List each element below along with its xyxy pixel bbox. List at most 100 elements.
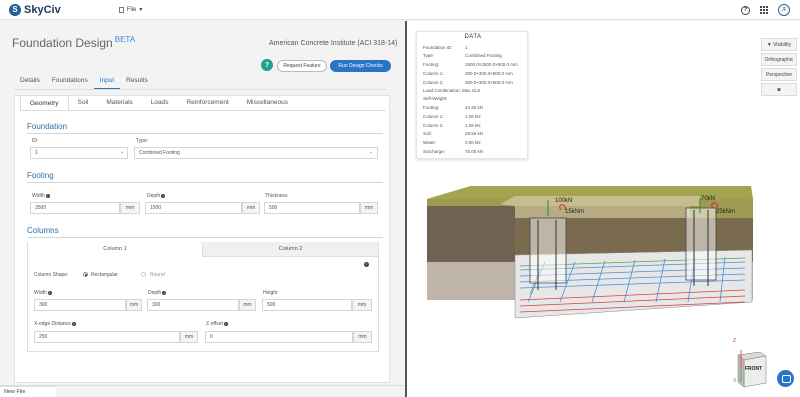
help-icon[interactable]: ?: [741, 5, 750, 15]
help-round-button[interactable]: ?: [261, 59, 273, 71]
info-icon[interactable]: i: [45, 194, 50, 198]
column-width-label: Width i: [34, 290, 52, 296]
data-key: Column 2:: [423, 80, 444, 85]
design-code: American Concrete Institute (ACI 318-14): [269, 40, 398, 47]
data-value: 1.06 kN: [465, 114, 481, 119]
tab-results[interactable]: Results: [120, 75, 154, 89]
data-key: Footing:: [423, 105, 440, 110]
foundation-heading: Foundation: [27, 122, 68, 131]
file-menu[interactable]: File ▾: [118, 6, 142, 13]
request-feature-button[interactable]: Request Feature: [277, 60, 327, 72]
footing-depth-label: Depth i: [147, 193, 166, 199]
data-key: Type:: [423, 53, 435, 58]
footing-depth-unit: mm: [242, 202, 260, 214]
data-value: 75.00 kN: [465, 149, 484, 154]
file-icon: [118, 6, 124, 13]
page-title: Foundation Design BETA: [12, 35, 136, 50]
tab-materials[interactable]: Materials: [97, 95, 141, 111]
skyciv-logo[interactable]: S SkyCiv: [9, 3, 61, 16]
info-icon[interactable]: i: [364, 262, 369, 267]
load-label-1: 100kN: [555, 198, 573, 204]
radio-round[interactable]: [141, 272, 146, 277]
data-value: 300.0×300.0×500.0 mm: [465, 71, 513, 76]
columns-divider: [27, 237, 383, 238]
info-icon[interactable]: i: [223, 322, 228, 326]
avatar[interactable]: JF: [778, 4, 790, 16]
footing-heading: Footing: [27, 171, 54, 180]
tab-reinforcement[interactable]: Reinforcement: [177, 95, 237, 111]
data-key: Column 1:: [423, 71, 444, 76]
type-select[interactable]: Combined Footing: [134, 147, 378, 159]
perspective-button[interactable]: Perspective: [761, 68, 797, 81]
axis-x-label: X: [733, 378, 737, 384]
info-icon[interactable]: i: [47, 291, 52, 295]
file-menu-label: File: [126, 6, 137, 13]
xedge-unit: mm: [180, 331, 198, 343]
tab-details[interactable]: Details: [14, 75, 46, 89]
data-key[interactable]: Load Combination: Max SLS: [423, 88, 480, 93]
info-icon[interactable]: i: [162, 291, 167, 295]
info-icon[interactable]: i: [71, 322, 76, 326]
column-depth-input[interactable]: 300: [147, 299, 239, 311]
footing-thickness-input[interactable]: 500: [264, 202, 360, 214]
sub-tabs-divider: [20, 110, 386, 111]
tab-miscellaneous[interactable]: Miscellaneous: [238, 95, 297, 111]
footing-depth-input[interactable]: 1500: [145, 202, 242, 214]
data-key: Soil:: [423, 131, 432, 136]
column-height-unit: mm: [352, 299, 372, 311]
column-1: [529, 217, 567, 284]
apps-grid-icon[interactable]: [760, 6, 768, 14]
beta-badge: BETA: [114, 35, 136, 44]
rectangular-label: Rectangular: [91, 272, 118, 278]
tab-soil[interactable]: Soil: [69, 95, 98, 111]
footing-width-input[interactable]: 2500: [30, 202, 120, 214]
chevron-down-icon: ⌄: [120, 149, 125, 155]
new-file-tab[interactable]: New File: [0, 386, 56, 397]
data-panel: DATA Foundation ID: 1 Type: Combined Footi…: [416, 31, 528, 159]
logo-mark: S: [9, 3, 21, 16]
column-width-unit: mm: [126, 299, 142, 311]
moment-label-2: 25kNm: [716, 209, 736, 215]
camera-icon[interactable]: ◙: [761, 83, 797, 96]
id-label: ID:: [32, 138, 39, 144]
column-shape-label: Column Shape:: [34, 272, 69, 278]
sub-tabs: Geometry Soil Materials Loads Reinforcem…: [20, 95, 297, 111]
column-height-label: Height: [263, 290, 278, 296]
tab-column-2[interactable]: Column 2: [202, 242, 378, 257]
data-key: Self-Weight:: [423, 96, 448, 101]
data-value: 44.25 kN: [465, 105, 484, 110]
info-icon[interactable]: i: [161, 194, 166, 198]
footing-width-label: Width i: [32, 193, 50, 199]
orthographic-button[interactable]: Orthographic: [761, 53, 797, 66]
chat-button[interactable]: [777, 370, 794, 387]
tab-input[interactable]: Input: [93, 75, 121, 89]
column-width-input[interactable]: 300: [34, 299, 126, 311]
moment-label-1: 15kNm: [565, 209, 585, 215]
data-value: 300.0×300.0×500.0 mm: [465, 80, 513, 85]
id-select[interactable]: 1: [30, 147, 128, 159]
footing-width-unit: mm: [120, 202, 140, 214]
data-key: Foundation ID:: [423, 45, 453, 50]
tab-geometry[interactable]: Geometry: [20, 95, 69, 111]
data-value: 29.56 kN: [465, 131, 484, 136]
run-design-checks-button[interactable]: Run Design Checks: [330, 60, 391, 72]
top-bar: S SkyCiv File ▾ ? JF: [0, 0, 800, 20]
data-value: Combined Footing: [465, 53, 502, 58]
data-value: 0.00 kN: [465, 140, 481, 145]
column-depth-unit: mm: [239, 299, 256, 311]
xedge-input[interactable]: 250: [34, 331, 180, 343]
footing-divider: [27, 182, 383, 183]
column-2: [685, 207, 717, 281]
tab-column-1[interactable]: Column 1: [28, 242, 202, 257]
zoffset-input[interactable]: 0: [205, 331, 353, 343]
cube-front-label[interactable]: FRONT: [745, 366, 762, 372]
tab-foundations[interactable]: Foundations: [46, 75, 94, 89]
foundation-divider: [27, 133, 383, 134]
xedge-label: X-edge Distance i: [34, 321, 76, 327]
visibility-button[interactable]: ▼ Visibility: [761, 38, 797, 51]
tab-loads[interactable]: Loads: [142, 95, 178, 111]
radio-rectangular[interactable]: [83, 272, 88, 277]
logo-text: SkyCiv: [24, 3, 61, 16]
column-height-input[interactable]: 500: [262, 299, 352, 311]
column-depth-label: Depth i: [148, 290, 167, 296]
